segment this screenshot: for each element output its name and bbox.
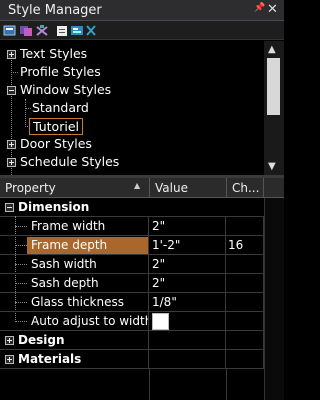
- tree-item-schedule-styles[interactable]: Schedule Styles: [20, 153, 119, 171]
- tree-item-label: Window Styles: [20, 82, 112, 97]
- property-name-cell: Sash width: [0, 255, 149, 274]
- column-header-value[interactable]: Value: [150, 178, 227, 198]
- window-title: Style Manager: [8, 3, 102, 18]
- tree-item-standard[interactable]: Standard: [32, 99, 89, 117]
- expand-icon[interactable]: [7, 50, 16, 59]
- category-value-cell: [150, 350, 226, 369]
- property-name-cell: Frame width: [0, 217, 149, 236]
- property-row-selected[interactable]: Frame depth 1'-2" 16: [0, 236, 264, 255]
- sort-ascending-icon: ▲: [134, 181, 141, 190]
- column-header-label: Ch...: [232, 181, 260, 195]
- tree-connector: [11, 55, 12, 175]
- property-grid: Property ▲ Value Ch... Dimension Frame w…: [0, 178, 284, 400]
- property-value: 2": [152, 219, 166, 233]
- property-name-cell: Glass thickness: [0, 293, 149, 312]
- tree-connector: [25, 108, 31, 109]
- category-cell: Dimension: [0, 198, 149, 217]
- tree-connector: [11, 72, 18, 73]
- tree-item-label: Standard: [32, 100, 89, 115]
- auto-adjust-checkbox[interactable]: [152, 313, 169, 330]
- tree-item-label: Text Styles: [20, 46, 88, 61]
- new-style-icon[interactable]: [3, 24, 17, 37]
- property-value-cell[interactable]: 2": [150, 217, 226, 236]
- tree-item-window-styles[interactable]: Window Styles: [20, 81, 111, 99]
- property-value: 2": [152, 257, 166, 271]
- scrollbar-thumb[interactable]: [267, 58, 280, 115]
- property-row[interactable]: Sash width 2": [0, 255, 264, 274]
- category-row-dimension[interactable]: Dimension: [0, 198, 264, 217]
- property-ch-cell[interactable]: 16: [227, 236, 264, 255]
- title-bar: Style Manager 📌 ✕: [0, 0, 284, 21]
- paste-style-icon[interactable]: [55, 24, 69, 37]
- category-value-cell: [150, 331, 226, 350]
- property-name: Glass thickness: [31, 295, 124, 309]
- property-ch-cell[interactable]: [227, 255, 264, 274]
- property-row[interactable]: Auto adjust to width ...: [0, 312, 264, 331]
- property-name: Sash width: [31, 257, 97, 271]
- property-name-cell: Sash depth: [0, 274, 149, 293]
- tree-connector: [25, 99, 26, 127]
- scroll-up-icon[interactable]: ▲: [268, 44, 276, 55]
- property-ch-cell[interactable]: [227, 312, 264, 331]
- property-ch-cell[interactable]: [227, 274, 264, 293]
- property-value: 1'-2": [152, 238, 181, 252]
- category-row-design[interactable]: Design: [0, 331, 264, 350]
- category-ch-cell: [227, 350, 264, 369]
- column-header-label: Value: [155, 181, 188, 195]
- property-ch-cell[interactable]: [227, 217, 264, 236]
- category-row-materials[interactable]: Materials: [0, 350, 264, 369]
- edit-style-icon[interactable]: [70, 24, 84, 37]
- property-name: Auto adjust to width ...: [31, 314, 149, 328]
- tree-item-door-styles[interactable]: Door Styles: [20, 135, 92, 153]
- copy-style-icon[interactable]: [19, 24, 33, 37]
- property-ch: 16: [228, 238, 244, 252]
- property-name: Sash depth: [31, 276, 99, 290]
- category-label: Dimension: [18, 200, 90, 214]
- tree-item-label: Door Styles: [20, 136, 92, 151]
- tree-item-label: Tutoriel: [29, 118, 83, 135]
- category-label: Design: [18, 333, 65, 347]
- property-value-cell[interactable]: 1'-2": [150, 236, 226, 255]
- grid-header: Property ▲ Value Ch...: [0, 178, 284, 198]
- expand-icon[interactable]: [7, 140, 16, 149]
- tree-scrollbar[interactable]: ▲ ▼: [264, 41, 284, 175]
- column-header-label: Property: [5, 181, 56, 195]
- column-divider: [226, 369, 227, 400]
- category-ch-cell: [227, 331, 264, 350]
- delete-style-icon[interactable]: [84, 24, 98, 37]
- tree-item-text-styles[interactable]: Text Styles: [20, 45, 87, 63]
- tree-item-profile-styles[interactable]: Profile Styles: [20, 63, 101, 81]
- category-cell: Materials: [0, 350, 149, 369]
- property-name-cell: Frame depth: [0, 236, 149, 255]
- expand-icon[interactable]: [7, 158, 16, 167]
- pin-icon[interactable]: 📌: [254, 3, 265, 13]
- category-label: Materials: [18, 352, 82, 366]
- close-icon[interactable]: ✕: [267, 2, 278, 17]
- purge-style-icon[interactable]: [35, 24, 49, 37]
- property-value-cell[interactable]: 2": [150, 274, 226, 293]
- property-name-cell: Auto adjust to width ...: [0, 312, 149, 331]
- column-header-ch[interactable]: Ch...: [227, 178, 264, 198]
- scroll-down-icon[interactable]: ▼: [268, 161, 276, 172]
- property-name: Frame width: [31, 219, 106, 233]
- style-tree: Text Styles Profile Styles Window Styles…: [0, 41, 284, 175]
- category-cell: Design: [0, 331, 149, 350]
- property-value: 1/8": [152, 295, 177, 309]
- column-divider: [149, 369, 150, 400]
- tree-item-label: Profile Styles: [20, 64, 101, 79]
- property-row[interactable]: Glass thickness 1/8": [0, 293, 264, 312]
- property-row[interactable]: Sash depth 2": [0, 274, 264, 293]
- property-row[interactable]: Frame width 2": [0, 217, 264, 236]
- tree-item-label: Schedule Styles: [20, 154, 120, 169]
- property-value-cell[interactable]: 1/8": [150, 293, 226, 312]
- property-value-cell[interactable]: 2": [150, 255, 226, 274]
- property-name: Frame depth: [31, 238, 108, 252]
- column-header-property[interactable]: Property: [0, 178, 150, 198]
- property-value: 2": [152, 276, 166, 290]
- toolbar: [0, 21, 284, 40]
- tree-item-tutoriel[interactable]: Tutoriel: [29, 118, 83, 136]
- grid-scrollbar[interactable]: [264, 198, 284, 400]
- collapse-icon[interactable]: [7, 86, 16, 95]
- property-ch-cell[interactable]: [227, 293, 264, 312]
